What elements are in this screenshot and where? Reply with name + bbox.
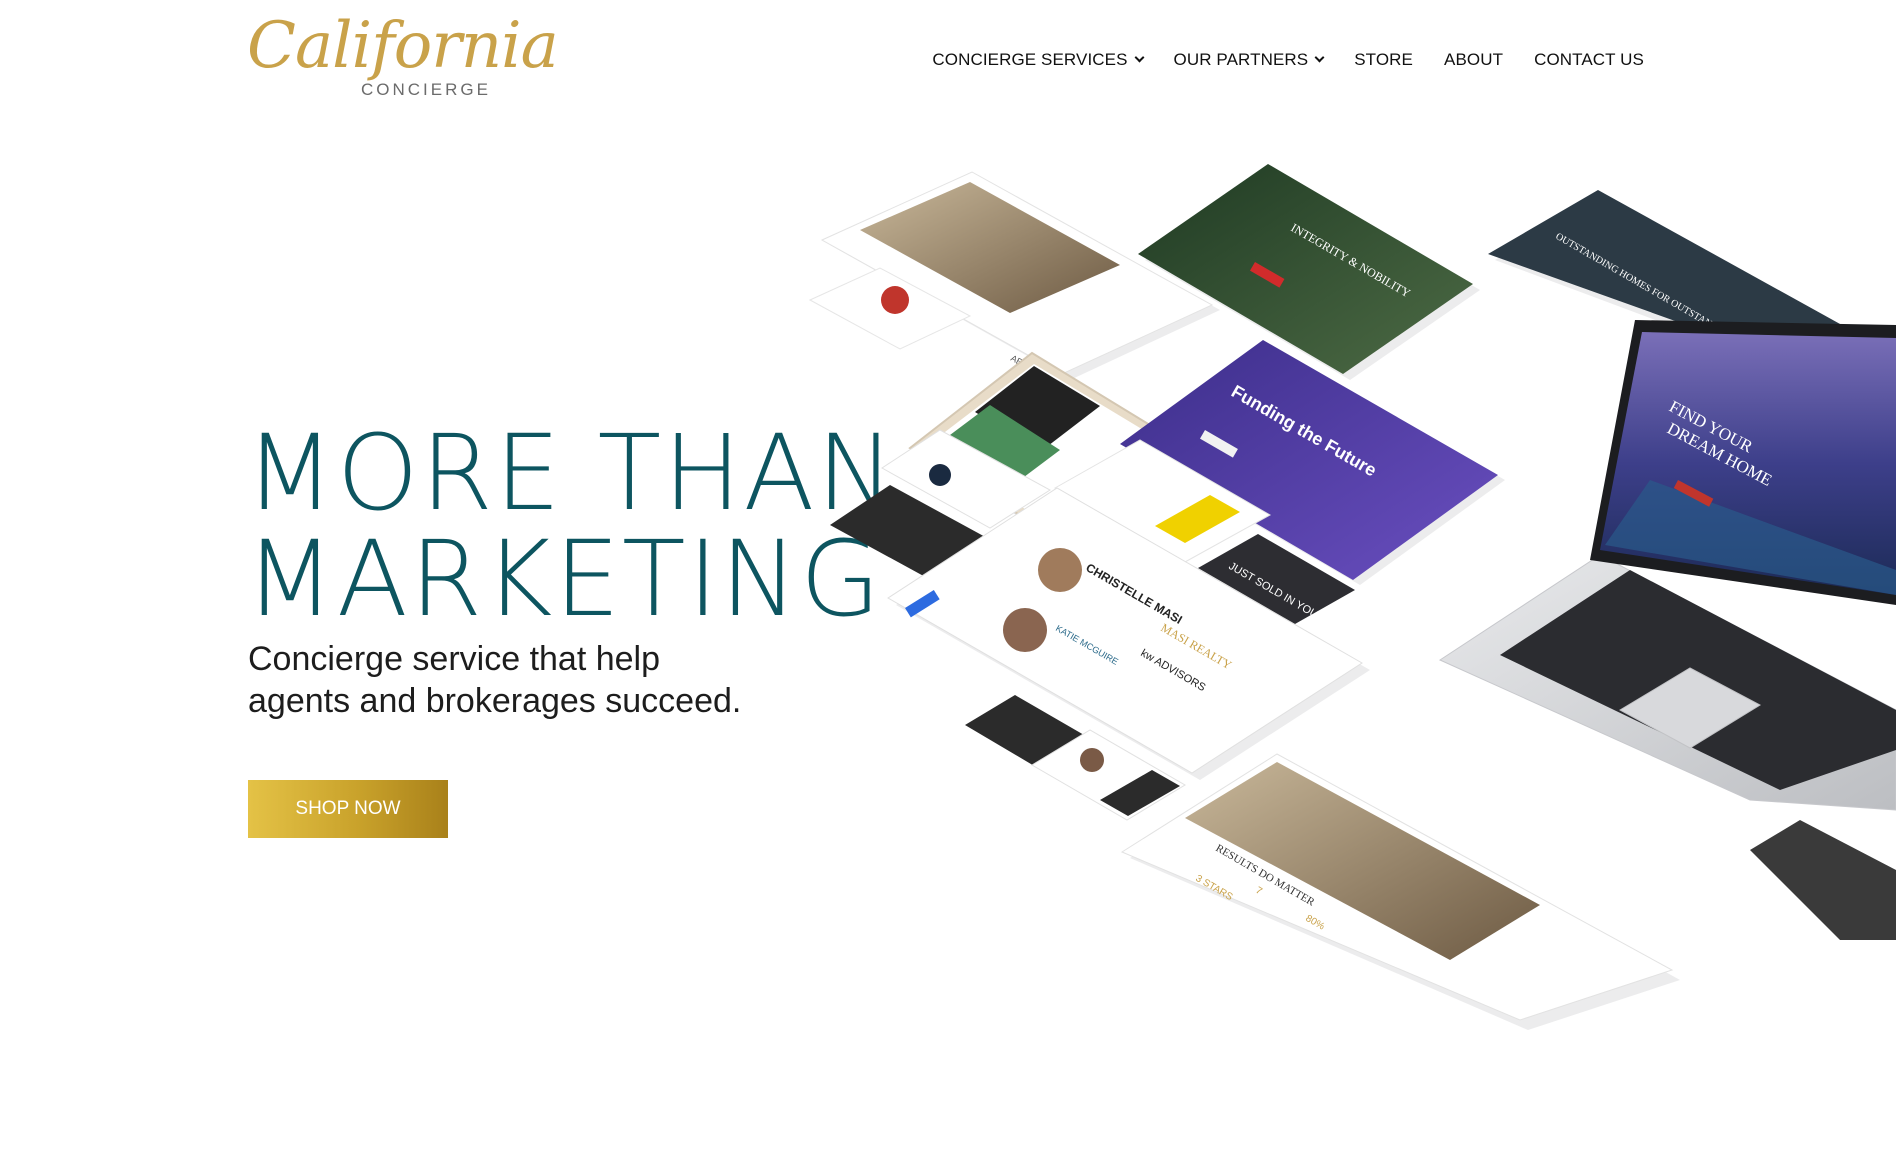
nav-item-concierge-services[interactable]: CONCIERGE SERVICES xyxy=(932,50,1144,70)
nav-item-label: STORE xyxy=(1354,50,1413,69)
chevron-down-icon xyxy=(1314,52,1325,63)
mockups-illustration: ABOUT ELYSE INTEGRITY & NOBILITY OUTSTAN… xyxy=(808,164,1896,1030)
nav-item-label: ABOUT xyxy=(1444,50,1504,69)
hero-subtitle-line-2: agents and brokerages succeed. xyxy=(248,682,742,720)
nav-item-our-partners[interactable]: OUR PARTNERS xyxy=(1173,50,1325,70)
chevron-down-icon xyxy=(1134,52,1144,63)
hero-title: MORE THAN MARKETING xyxy=(245,420,896,632)
page: California CONCIERGE CONCIERGE SERVICES … xyxy=(0,0,1896,1176)
hero-title-line-1: MORE THAN xyxy=(245,412,897,534)
laptop-mockup: FIND YOUR DREAM HOME xyxy=(1438,320,1896,811)
nav-item-contact-us[interactable]: CONTACT US xyxy=(1534,50,1644,70)
nav-item-about[interactable]: ABOUT xyxy=(1444,50,1503,70)
nav-item-label: CONTACT US xyxy=(1534,50,1644,69)
shop-now-button[interactable]: SHOP NOW xyxy=(248,780,448,838)
hero-title-line-2: MARKETING xyxy=(245,518,883,640)
hero-subtitle-line-1: Concierge service that help xyxy=(248,640,661,678)
logo-script: California xyxy=(247,9,559,83)
nav-item-store[interactable]: STORE xyxy=(1354,50,1413,70)
elyse-website-mockup: ABOUT ELYSE xyxy=(808,171,1220,391)
main-navigation: CONCIERGE SERVICES OUR PARTNERS STORE AB… xyxy=(932,50,1644,70)
hero-subtitle: Concierge service that help agents and b… xyxy=(248,638,741,722)
nav-item-label: OUR PARTNERS xyxy=(1173,50,1309,69)
california-concierge-logo[interactable]: California CONCIERGE xyxy=(247,14,559,99)
nav-item-label: CONCIERGE SERVICES xyxy=(932,50,1128,69)
integrity-website-mockup: INTEGRITY & NOBILITY xyxy=(1138,164,1480,380)
logo-subtitle: CONCIERGE xyxy=(361,80,491,99)
about-us-partial-mockup xyxy=(1750,820,1896,940)
results-mockup: RESULTS DO MATTER 3 STARS 7 80% xyxy=(1120,753,1680,1030)
website-mockups-collage: ABOUT ELYSE INTEGRITY & NOBILITY OUTSTAN… xyxy=(800,150,1896,1030)
